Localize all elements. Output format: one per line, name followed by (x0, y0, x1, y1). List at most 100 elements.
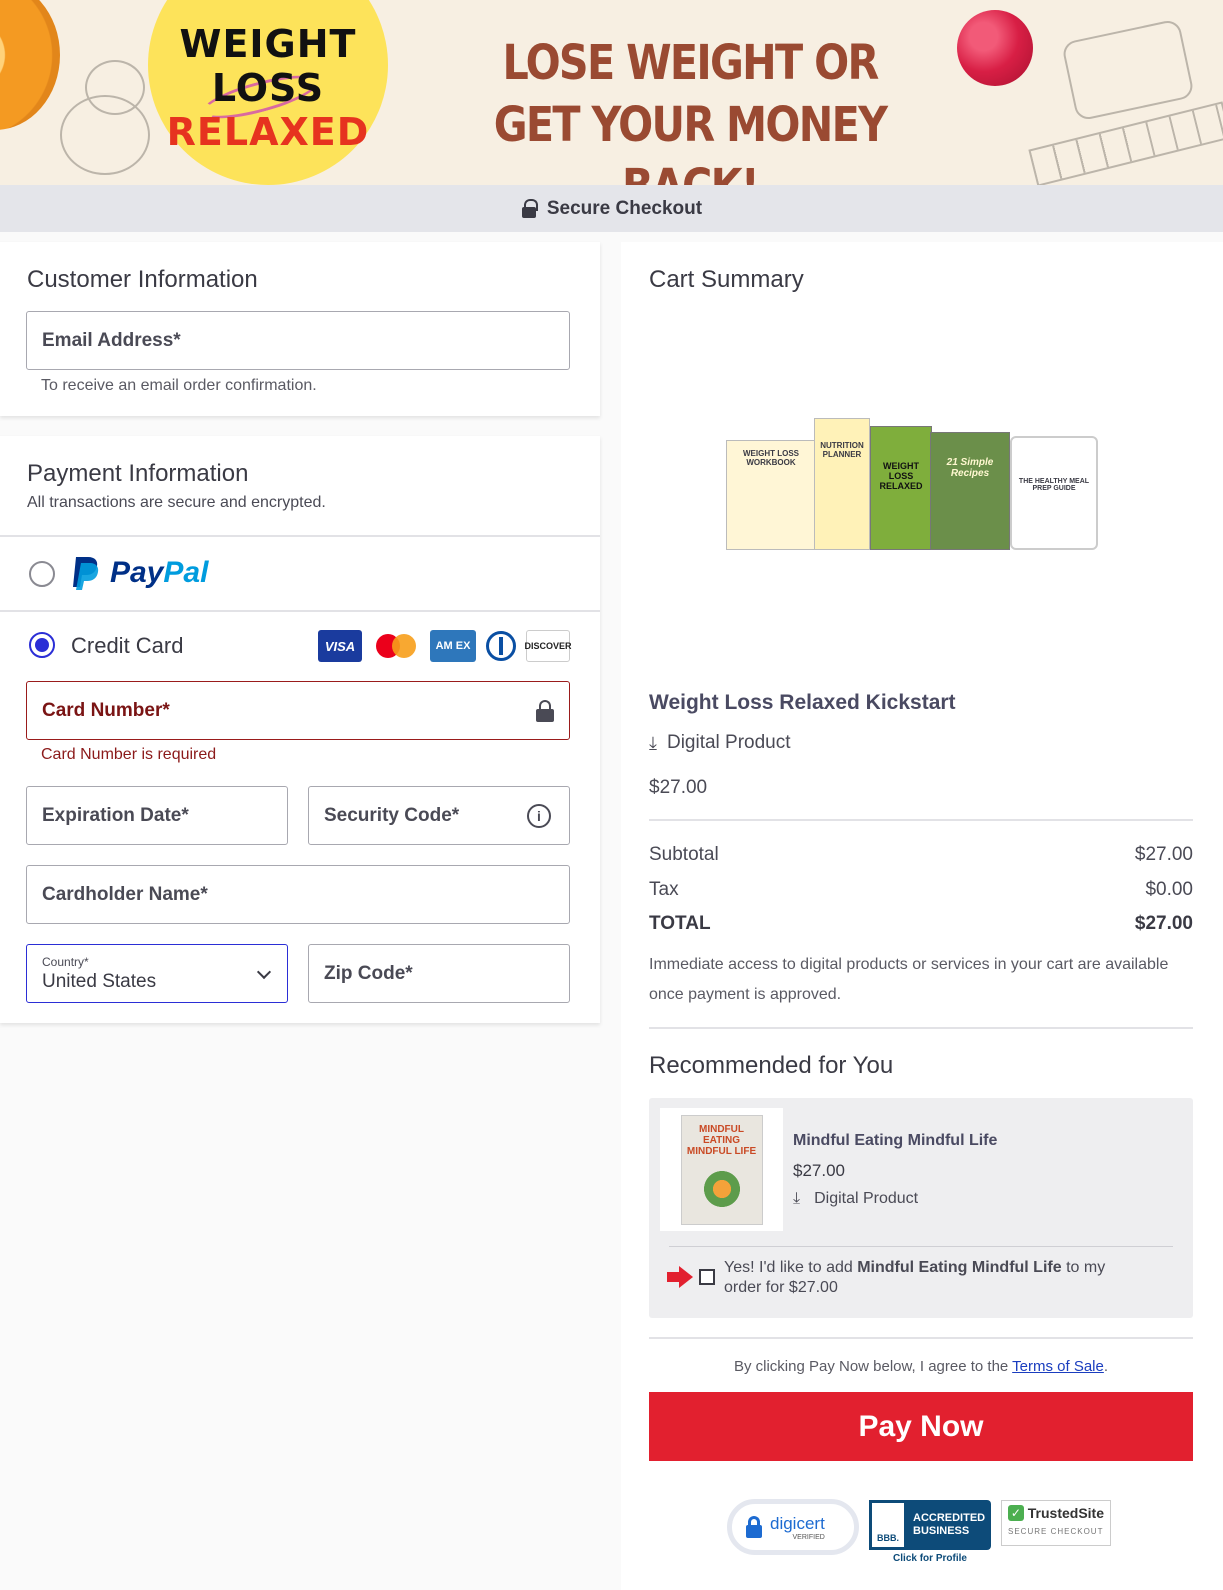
cart-summary-panel: Cart Summary WEIGHT LOSS WORKBOOK NUTRIT… (621, 242, 1223, 1590)
recommended-item-type: ⤓ Digital Product (793, 1190, 918, 1208)
payment-subtitle: All transactions are secure and encrypte… (27, 494, 326, 511)
raspberry-illustration (957, 10, 1033, 86)
security-code-label: Security Code* (324, 804, 460, 826)
security-code-field[interactable]: Security Code* i (308, 786, 570, 845)
email-field[interactable]: Email Address* (26, 311, 570, 370)
country-select[interactable]: Country* United States (26, 944, 288, 1003)
recommended-item-type-label: Digital Product (814, 1190, 919, 1207)
subtotal-row: Subtotal $27.00 (649, 844, 1193, 866)
total-label: TOTAL (649, 913, 711, 934)
logo-line-3: RELAXED (166, 110, 370, 154)
expiration-date-label: Expiration Date* (42, 804, 189, 826)
subtotal-value: $27.00 (1134, 844, 1193, 865)
recommended-book-cover: MINDFUL EATING MINDFUL LIFE (660, 1108, 783, 1231)
check-icon: ✓ (1008, 1505, 1024, 1521)
divider (649, 1027, 1193, 1029)
promo-banner: WEIGHT LOSS RELAXED LOSE WEIGHT OR GET Y… (0, 0, 1223, 185)
book-title: WEIGHT LOSS RELAXED (879, 461, 923, 491)
digicert-sub: VERIFIED (792, 1533, 825, 1541)
book-cover: 21 Simple Recipes (930, 432, 1010, 550)
credit-card-label: Credit Card (71, 633, 184, 658)
recommended-item-box: MINDFUL EATING MINDFUL LIFE Mindful Eati… (649, 1098, 1193, 1318)
country-value: United States (42, 970, 157, 992)
product-name: Weight Loss Relaxed Kickstart (649, 691, 956, 714)
zip-code-field[interactable]: Zip Code* (308, 944, 570, 1003)
credit-card-option[interactable]: Credit Card VISA AM EX DISCOVER (0, 612, 600, 674)
logo-line-2: LOSS (211, 66, 325, 110)
cardholder-name-field[interactable]: Cardholder Name* (26, 865, 570, 924)
lock-icon (521, 198, 538, 219)
bbb-line2: BUSINESS (913, 1525, 970, 1537)
chevron-down-icon (256, 964, 272, 980)
product-type: ⤓ Digital Product (649, 732, 791, 754)
trustedsite-sub: SECURE CHECKOUT (1008, 1527, 1104, 1536)
paypal-word-pal: Pal (163, 556, 209, 589)
recommended-cover-title: MINDFUL EATING MINDFUL LIFE (686, 1123, 757, 1157)
paypal-logo: PayPal (70, 555, 208, 591)
citrus-sketch-2 (85, 60, 145, 115)
divider (669, 1246, 1173, 1247)
amex-text: AM EX (435, 639, 471, 652)
terms-prefix: By clicking Pay Now below, I agree to th… (733, 1358, 1013, 1375)
lock-icon (746, 1516, 762, 1538)
tax-label: Tax (649, 879, 679, 900)
diners-icon (484, 630, 518, 662)
add-offer-text[interactable]: Yes! I'd like to add Mindful Eating Mind… (724, 1258, 1164, 1298)
cart-summary-title: Cart Summary (649, 266, 804, 293)
customer-info-title: Customer Information (27, 266, 258, 293)
add-offer-checkbox[interactable] (699, 1269, 715, 1285)
terms-suffix: . (1103, 1358, 1109, 1375)
payment-info-title: Payment Information (27, 460, 249, 487)
product-bundle-image: WEIGHT LOSS WORKBOOK NUTRITION PLANNER W… (726, 412, 1098, 552)
book-title: 21 Simple Recipes (946, 457, 994, 479)
card-number-field[interactable]: Card Number* (26, 681, 570, 740)
bbb-logo-text: BBB. (877, 1533, 899, 1543)
digicert-text: digicert (770, 1513, 825, 1533)
download-icon: ⤓ (649, 732, 657, 753)
discover-icon: DISCOVER (524, 630, 572, 662)
trustedsite-badge[interactable]: ✓ TrustedSite SECURE CHECKOUT (1001, 1500, 1111, 1546)
tape-measure-sketch (1060, 18, 1196, 122)
recommended-item-name: Mindful Eating Mindful Life (793, 1132, 998, 1149)
paypal-option[interactable]: PayPal (0, 537, 600, 610)
terms-of-sale-link[interactable]: Terms of Sale (1012, 1358, 1104, 1375)
book-cover: WEIGHT LOSS RELAXED (870, 426, 932, 550)
book-title: NUTRITION PLANNER (820, 441, 864, 459)
recommended-title: Recommended for You (649, 1052, 894, 1079)
visa-text: VISA (324, 638, 356, 654)
expiration-date-field[interactable]: Expiration Date* (26, 786, 288, 845)
bbb-badge[interactable]: BBB. ACCREDITED BUSINESS Click for Profi… (869, 1500, 991, 1566)
product-type-label: Digital Product (666, 732, 791, 753)
customer-info-card: Customer Information Email Address* To r… (0, 242, 600, 416)
offer-prefix: Yes! I'd like to add (724, 1259, 858, 1276)
secure-checkout-bar: Secure Checkout (0, 185, 1223, 232)
trustedsite-text: TrustedSite (1027, 1505, 1104, 1521)
arrow-right-icon (667, 1266, 693, 1288)
book-cover: WEIGHT LOSS WORKBOOK (726, 440, 816, 550)
tape-strip-sketch (1028, 101, 1223, 185)
bbb-profile-link[interactable]: Click for Profile (869, 1553, 991, 1564)
card-number-label: Card Number* (42, 699, 170, 721)
orange-illustration (0, 0, 60, 130)
email-label: Email Address* (42, 329, 181, 351)
mastercard-icon (374, 630, 420, 662)
divider (649, 1337, 1193, 1339)
pay-now-button[interactable]: Pay Now (649, 1392, 1193, 1461)
book-title: THE HEALTHY MEAL PREP GUIDE (1018, 478, 1090, 492)
paypal-radio[interactable] (29, 561, 55, 587)
access-note: Immediate access to digital products or … (649, 956, 1169, 1003)
info-icon[interactable]: i (527, 804, 551, 828)
card-number-error: Card Number is required (41, 746, 217, 763)
cardholder-name-label: Cardholder Name* (42, 883, 208, 905)
digicert-badge[interactable]: digicert VERIFIED (727, 1499, 859, 1555)
amex-icon: AM EX (430, 630, 476, 662)
discover-text: DISCOVER (524, 641, 572, 651)
offer-line2: order for $27.00 (724, 1279, 838, 1296)
credit-card-radio[interactable] (29, 632, 55, 658)
offer-product: Mindful Eating Mindful Life (857, 1259, 1062, 1276)
banner-headline: LOSE WEIGHT OR GET YOUR MONEY BACK! (458, 32, 922, 185)
terms-text: By clicking Pay Now below, I agree to th… (649, 1358, 1193, 1375)
email-helper: To receive an email order confirmation. (41, 377, 317, 394)
bbb-line1: ACCREDITED (913, 1512, 986, 1524)
tax-value: $0.00 (1145, 879, 1193, 900)
